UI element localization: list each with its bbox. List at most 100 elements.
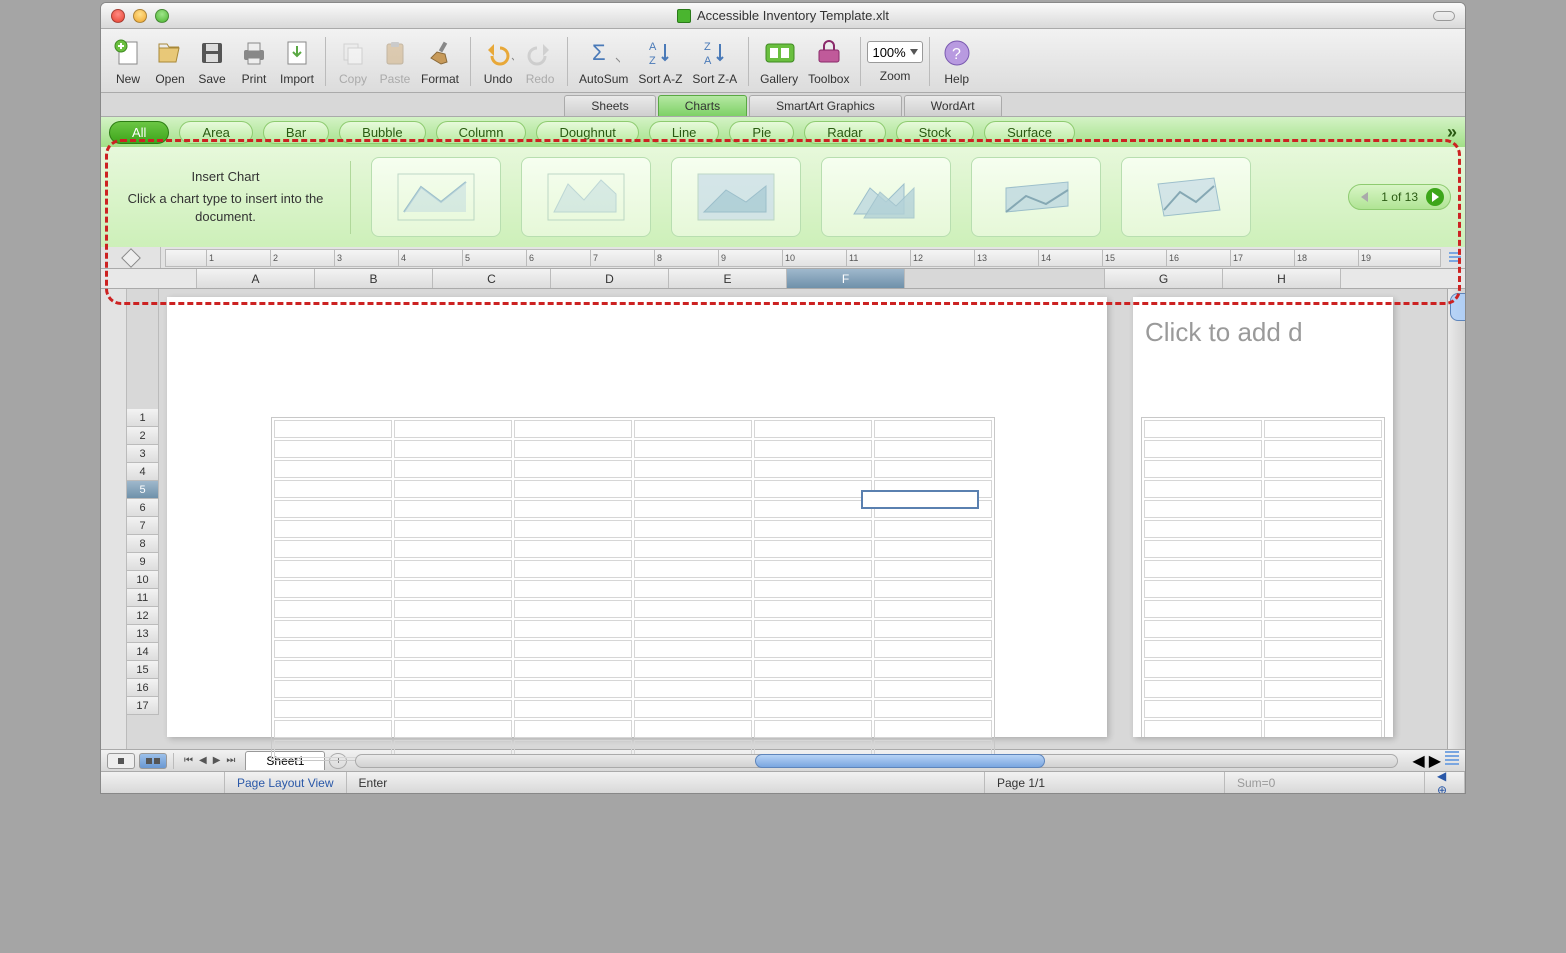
vertical-scrollbar[interactable] xyxy=(1447,289,1465,749)
col-header-H[interactable]: H xyxy=(1223,269,1341,288)
hscroll-right[interactable]: ▶ xyxy=(1429,751,1441,771)
cell[interactable] xyxy=(754,620,872,638)
cell[interactable] xyxy=(274,640,392,658)
cell[interactable] xyxy=(634,580,752,598)
sheet-nav-first[interactable]: ⏮ xyxy=(184,755,193,766)
row-header-12[interactable]: 12 xyxy=(127,607,159,625)
cell[interactable] xyxy=(634,520,752,538)
row-header-7[interactable]: 7 xyxy=(127,517,159,535)
cell[interactable] xyxy=(1264,620,1382,638)
open-button[interactable]: Open xyxy=(149,35,191,88)
row-header-14[interactable]: 14 xyxy=(127,643,159,661)
copy-button[interactable]: Copy xyxy=(332,35,374,88)
cell[interactable] xyxy=(874,560,992,578)
cell[interactable] xyxy=(754,600,872,618)
cell[interactable] xyxy=(1264,440,1382,458)
cell[interactable] xyxy=(754,660,872,678)
row-header-13[interactable]: 13 xyxy=(127,625,159,643)
active-cell[interactable] xyxy=(861,490,979,509)
status-corner[interactable]: ◀ ⊕ xyxy=(1425,772,1465,793)
cell[interactable] xyxy=(634,620,752,638)
cell[interactable] xyxy=(274,420,392,438)
chart-thumb-1[interactable] xyxy=(371,157,501,237)
cell[interactable] xyxy=(1144,560,1262,578)
cell[interactable] xyxy=(754,540,872,558)
horizontal-ruler[interactable]: 12345678910111213141516171819 xyxy=(165,249,1441,267)
undo-button[interactable]: Undo xyxy=(477,35,519,88)
cell[interactable] xyxy=(274,580,392,598)
autosum-button[interactable]: Σ AutoSum xyxy=(574,35,633,88)
vertical-ruler[interactable] xyxy=(101,289,127,749)
cell[interactable] xyxy=(394,500,512,518)
cell[interactable] xyxy=(1264,420,1382,438)
cell[interactable] xyxy=(514,720,632,738)
cell[interactable] xyxy=(1264,640,1382,658)
col-header-D[interactable]: D xyxy=(551,269,669,288)
row-header-8[interactable]: 8 xyxy=(127,535,159,553)
help-button[interactable]: ? Help xyxy=(936,35,978,88)
cell[interactable] xyxy=(1144,520,1262,538)
cell[interactable] xyxy=(274,620,392,638)
cell[interactable] xyxy=(394,440,512,458)
cell[interactable] xyxy=(394,720,512,738)
chart-cat-stock[interactable]: Stock xyxy=(896,121,975,144)
cell[interactable] xyxy=(274,720,392,738)
row-header-2[interactable]: 2 xyxy=(127,427,159,445)
row-header-5[interactable]: 5 xyxy=(127,481,159,499)
sheet-nav-prev[interactable]: ◀ xyxy=(199,755,207,766)
cell[interactable] xyxy=(274,480,392,498)
tab-wordart[interactable]: WordArt xyxy=(904,95,1002,116)
pager-next[interactable] xyxy=(1426,188,1444,206)
cell[interactable] xyxy=(1264,680,1382,698)
cell[interactable] xyxy=(1144,640,1262,658)
redo-button[interactable]: Redo xyxy=(519,35,561,88)
cell[interactable] xyxy=(634,600,752,618)
horizontal-scrollbar[interactable] xyxy=(355,754,1398,768)
cell[interactable] xyxy=(634,460,752,478)
chart-cat-doughnut[interactable]: Doughnut xyxy=(536,121,638,144)
cell[interactable] xyxy=(874,600,992,618)
cell[interactable] xyxy=(514,580,632,598)
chart-cat-radar[interactable]: Radar xyxy=(804,121,885,144)
col-header-F[interactable]: F xyxy=(787,269,905,288)
cell[interactable] xyxy=(1144,580,1262,598)
chart-thumb-5[interactable] xyxy=(971,157,1101,237)
cell[interactable] xyxy=(634,480,752,498)
cell[interactable] xyxy=(874,720,992,738)
row-header-3[interactable]: 3 xyxy=(127,445,159,463)
cell[interactable] xyxy=(634,540,752,558)
cell-grid[interactable] xyxy=(271,417,995,761)
cell[interactable] xyxy=(1264,480,1382,498)
cell[interactable] xyxy=(634,440,752,458)
cell[interactable] xyxy=(634,560,752,578)
chart-cat-all[interactable]: All xyxy=(109,121,169,144)
cell[interactable] xyxy=(874,420,992,438)
cell[interactable] xyxy=(754,500,872,518)
chart-thumb-2[interactable] xyxy=(521,157,651,237)
cell[interactable] xyxy=(394,700,512,718)
cell[interactable] xyxy=(1144,660,1262,678)
cell[interactable] xyxy=(874,520,992,538)
cell[interactable] xyxy=(754,560,872,578)
cell[interactable] xyxy=(634,420,752,438)
row-header-6[interactable]: 6 xyxy=(127,499,159,517)
cell[interactable] xyxy=(394,600,512,618)
cell[interactable] xyxy=(874,700,992,718)
cell[interactable] xyxy=(514,440,632,458)
cell[interactable] xyxy=(274,540,392,558)
cell[interactable] xyxy=(874,440,992,458)
cell-grid-2[interactable] xyxy=(1141,417,1385,737)
cell[interactable] xyxy=(1264,720,1382,737)
col-header-A[interactable]: A xyxy=(197,269,315,288)
cell[interactable] xyxy=(274,500,392,518)
page-1[interactable] xyxy=(167,297,1107,737)
cell[interactable] xyxy=(514,560,632,578)
cell[interactable] xyxy=(1144,500,1262,518)
cell[interactable] xyxy=(874,580,992,598)
cell[interactable] xyxy=(394,680,512,698)
cell[interactable] xyxy=(1144,480,1262,498)
ruler-corner[interactable] xyxy=(101,247,161,268)
cell[interactable] xyxy=(514,700,632,718)
cell[interactable] xyxy=(394,620,512,638)
chart-cat-bubble[interactable]: Bubble xyxy=(339,121,425,144)
